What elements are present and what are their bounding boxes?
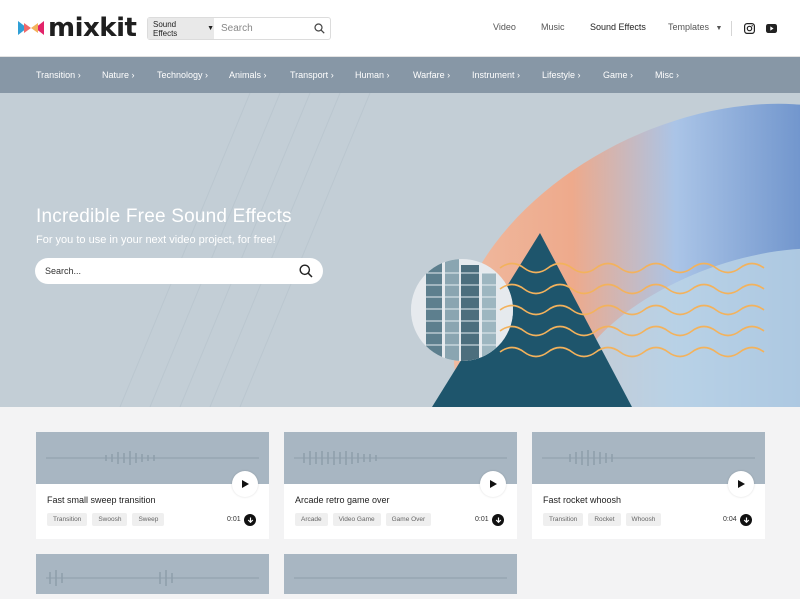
category-label: Nature [102,70,130,80]
category-label: Game [603,70,628,80]
play-button[interactable] [480,471,506,497]
tag[interactable]: Rocket [588,513,621,526]
download-icon [247,517,253,523]
card-title: Arcade retro game over [295,495,390,505]
download-button[interactable] [244,514,256,526]
download-icon [495,517,501,523]
top-header: mixkit Sound Effects ▼ Video Music Sound… [0,0,800,57]
category-label: Instrument [472,70,515,80]
category-nature[interactable]: Nature › [102,70,135,80]
category-label: Transport [290,70,329,80]
logo-mark-icon [18,21,44,35]
tag[interactable]: Transition [47,513,88,526]
caret-down-icon: ▼ [207,25,214,32]
category-technology[interactable]: Technology › [157,70,208,80]
category-label: Animals [229,70,262,80]
header-search-input[interactable] [214,18,308,39]
search-icon[interactable] [299,264,313,278]
duration: 0:01 [475,516,489,523]
tag-list: Arcade Video Game Game Over [295,513,432,526]
sound-card[interactable]: Arcade retro game over Arcade Video Game… [284,432,517,539]
nav-music[interactable]: Music [541,22,565,32]
waveform-graphic [294,577,507,579]
hero-title: Incredible Free Sound Effects [36,206,292,227]
download-icon [743,517,749,523]
category-human[interactable]: Human › [355,70,390,80]
tag[interactable]: Video Game [332,513,381,526]
duration: 0:04 [723,516,737,523]
waveform-graphic [46,570,259,586]
hero-search-input[interactable] [45,266,299,276]
hero-banner: Incredible Free Sound Effects For you to… [0,93,800,407]
card-title: Fast small sweep transition [47,495,156,505]
category-warfare[interactable]: Warfare › [413,70,450,80]
sound-card[interactable] [36,554,269,594]
download-button[interactable] [492,514,504,526]
play-button[interactable] [728,471,754,497]
category-label: Warfare [413,70,445,80]
play-button[interactable] [232,471,258,497]
category-animals[interactable]: Animals › [229,70,267,80]
tag[interactable]: Sweep [132,513,165,526]
search-type-label: Sound Effects [153,19,178,38]
category-instrument[interactable]: Instrument › [472,70,520,80]
category-lifestyle[interactable]: Lifestyle › [542,70,581,80]
sound-card[interactable]: Fast rocket whoosh Transition Rocket Who… [532,432,765,539]
tag[interactable]: Game Over [385,513,432,526]
hero-search [35,258,323,284]
caret-down-icon: ▼ [715,25,723,32]
nav-templates-label: Templates [668,22,710,32]
category-transition[interactable]: Transition › [36,70,81,80]
category-label: Transition [36,70,76,80]
play-icon [490,480,497,488]
sound-card[interactable]: Fast small sweep transition Transition S… [36,432,269,539]
category-misc[interactable]: Misc › [655,70,679,80]
tag[interactable]: Transition [543,513,584,526]
instagram-icon[interactable] [744,23,755,34]
category-label: Lifestyle [542,70,576,80]
nav-templates[interactable]: Templates ▼ [668,22,722,32]
logo[interactable]: mixkit [18,13,137,43]
duration: 0:01 [227,516,241,523]
sound-card[interactable] [284,554,517,594]
category-label: Technology [157,70,203,80]
logo-text: mixkit [48,13,137,43]
nav-sound-effects[interactable]: Sound Effects [590,22,646,32]
tag[interactable]: Swoosh [92,513,128,526]
category-game[interactable]: Game › [603,70,633,80]
header-search: Sound Effects ▼ [147,17,331,40]
category-bar: Transition › Nature › Technology › Anima… [0,57,800,93]
nav-video[interactable]: Video [493,22,516,32]
category-label: Human [355,70,385,80]
tag[interactable]: Whoosh [625,513,662,526]
play-icon [738,480,745,488]
play-icon [242,480,249,488]
download-button[interactable] [740,514,752,526]
search-type-dropdown[interactable]: Sound Effects ▼ [148,18,214,39]
youtube-icon[interactable] [766,24,777,33]
hero-subtitle: For you to use in your next video projec… [36,234,276,246]
category-transport[interactable]: Transport › [290,70,334,80]
hero-artwork [119,93,800,407]
card-title: Fast rocket whoosh [543,495,622,505]
category-label: Misc [655,70,674,80]
search-icon [313,23,325,34]
tag-list: Transition Rocket Whoosh [543,513,662,526]
tag[interactable]: Arcade [295,513,328,526]
tag-list: Transition Swoosh Sweep [47,513,165,526]
nav-divider [731,21,732,36]
header-search-button[interactable] [308,18,330,39]
